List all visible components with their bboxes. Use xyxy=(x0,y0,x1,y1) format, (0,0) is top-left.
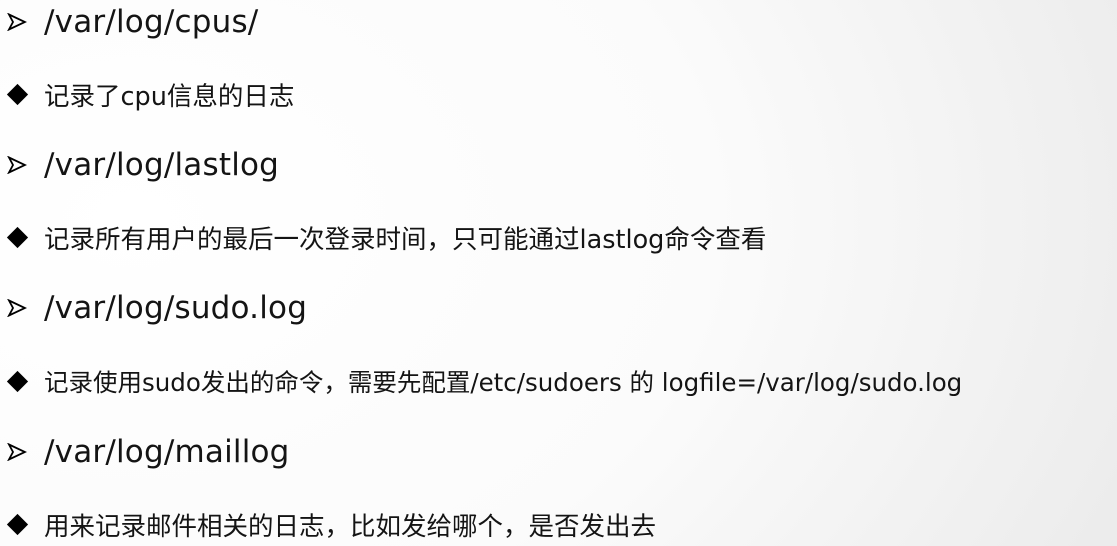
arrow-bullet-icon xyxy=(4,439,30,465)
list-item-heading: /var/log/sudo.log xyxy=(0,288,1117,328)
list-item-description: 用来记录邮件相关的日志，比如发给哪个，是否发出去 xyxy=(0,504,1117,544)
log-path-heading: /var/log/sudo.log xyxy=(44,290,308,326)
log-path-heading: /var/log/maillog xyxy=(44,434,290,470)
log-description: 记录使用sudo发出的命令，需要先配置/etc/sudoers 的 logfil… xyxy=(44,367,963,397)
diamond-bullet-icon xyxy=(4,368,30,394)
list-item-description: 记录了cpu信息的日志 xyxy=(0,74,1117,114)
arrow-bullet-icon xyxy=(4,9,30,35)
log-path-heading: /var/log/lastlog xyxy=(44,147,280,183)
log-description: 用来记录邮件相关的日志，比如发给哪个，是否发出去 xyxy=(44,511,657,542)
list-item-heading: /var/log/maillog xyxy=(0,432,1117,472)
diamond-bullet-icon xyxy=(4,224,30,250)
list-item-description: 记录使用sudo发出的命令，需要先配置/etc/sudoers 的 logfil… xyxy=(0,361,1117,401)
log-path-heading: /var/log/cpus/ xyxy=(44,4,259,40)
log-description: 记录所有用户的最后一次登录时间，只可能通过lastlog命令查看 xyxy=(44,224,767,255)
list-item-description: 记录所有用户的最后一次登录时间，只可能通过lastlog命令查看 xyxy=(0,217,1117,257)
arrow-bullet-icon xyxy=(4,152,30,178)
slide-content: /var/log/cpus/ 记录了cpu信息的日志 /var/log/last… xyxy=(0,0,1117,546)
log-description: 记录了cpu信息的日志 xyxy=(44,81,295,112)
list-item-heading: /var/log/lastlog xyxy=(0,145,1117,185)
list-item-heading: /var/log/cpus/ xyxy=(0,2,1117,42)
diamond-bullet-icon xyxy=(4,81,30,107)
arrow-bullet-icon xyxy=(4,295,30,321)
diamond-bullet-icon xyxy=(4,511,30,537)
